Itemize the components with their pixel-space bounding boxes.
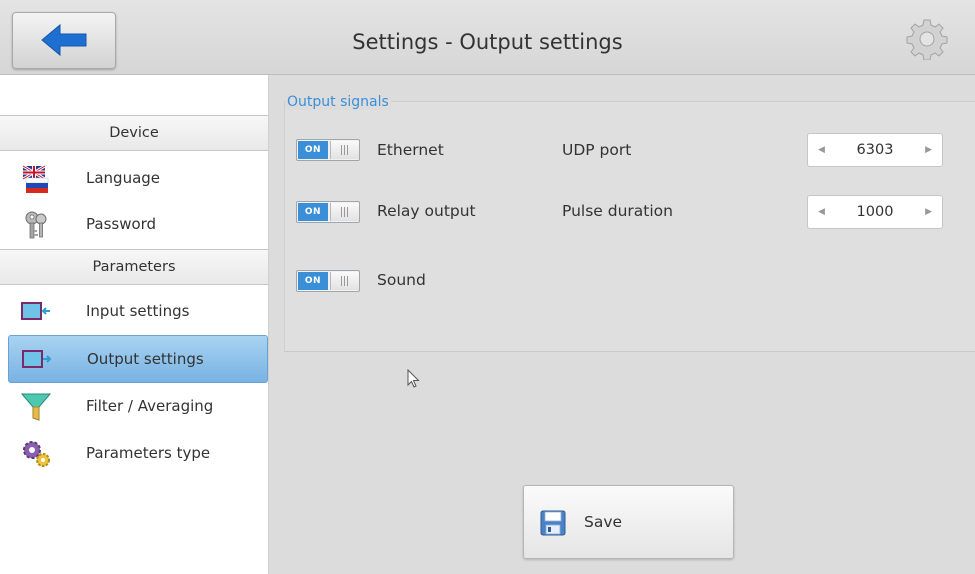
sidebar-item-label: Input settings — [86, 302, 190, 320]
pulse-duration-label: Pulse duration — [562, 202, 673, 220]
back-button[interactable] — [12, 12, 116, 69]
flags-icon — [22, 164, 49, 193]
gears-icon — [23, 441, 50, 467]
pulse-duration-value: 1000 — [856, 204, 894, 220]
increment-icon[interactable]: ▶ — [925, 134, 932, 166]
sidebar-item-input-settings[interactable]: Input settings — [8, 288, 266, 334]
sidebar-item-output-settings[interactable]: Output settings — [8, 335, 268, 383]
left-arrow-icon — [41, 23, 87, 57]
sound-toggle[interactable]: ON — [296, 270, 360, 292]
udp-port-value: 6303 — [856, 142, 894, 158]
main-panel: Output signals ON Ethernet UDP port ◀ 63… — [268, 75, 975, 574]
gear-icon[interactable] — [906, 18, 948, 60]
sidebar-item-label: Language — [86, 169, 161, 187]
save-button[interactable]: Save — [523, 485, 734, 559]
toggle-on-label: ON — [298, 272, 328, 290]
funnel-icon — [21, 393, 51, 421]
mouse-cursor-icon — [407, 369, 420, 388]
toggle-on-label: ON — [298, 203, 328, 221]
relay-output-label: Relay output — [377, 202, 476, 220]
increment-icon[interactable]: ▶ — [925, 196, 932, 228]
sound-label: Sound — [377, 271, 426, 289]
sidebar-item-label: Parameters type — [86, 444, 211, 462]
sidebar-section-device: Device — [0, 115, 268, 151]
sidebar-section-parameters: Parameters — [0, 249, 268, 285]
header-bar: Settings - Output settings — [0, 0, 975, 75]
save-button-label: Save — [584, 513, 623, 531]
sidebar-item-password[interactable]: Password — [8, 201, 266, 247]
input-monitor-icon — [21, 302, 50, 320]
ethernet-toggle[interactable]: ON — [296, 139, 360, 161]
sidebar-item-label: Output settings — [87, 350, 204, 368]
keys-icon — [25, 211, 47, 239]
page-title: Settings - Output settings — [352, 30, 623, 54]
udp-port-spinner[interactable]: ◀ 6303 ▶ — [807, 133, 943, 167]
group-title: Output signals — [285, 94, 391, 110]
pulse-duration-spinner[interactable]: ◀ 1000 ▶ — [807, 195, 943, 229]
floppy-disk-icon — [540, 510, 566, 536]
sidebar-item-language[interactable]: Language — [8, 155, 266, 201]
output-monitor-icon — [22, 350, 52, 368]
relay-output-toggle[interactable]: ON — [296, 201, 360, 223]
sidebar-item-parameters-type[interactable]: Parameters type — [8, 430, 266, 476]
toggle-on-label: ON — [298, 141, 328, 159]
ethernet-label: Ethernet — [377, 141, 444, 159]
udp-port-label: UDP port — [562, 141, 632, 159]
sidebar: Device Language Password Parameters Inpu… — [0, 75, 269, 574]
sidebar-item-filter-averaging[interactable]: Filter / Averaging — [8, 383, 266, 429]
sidebar-item-label: Filter / Averaging — [86, 397, 214, 415]
sidebar-item-label: Password — [86, 215, 157, 233]
